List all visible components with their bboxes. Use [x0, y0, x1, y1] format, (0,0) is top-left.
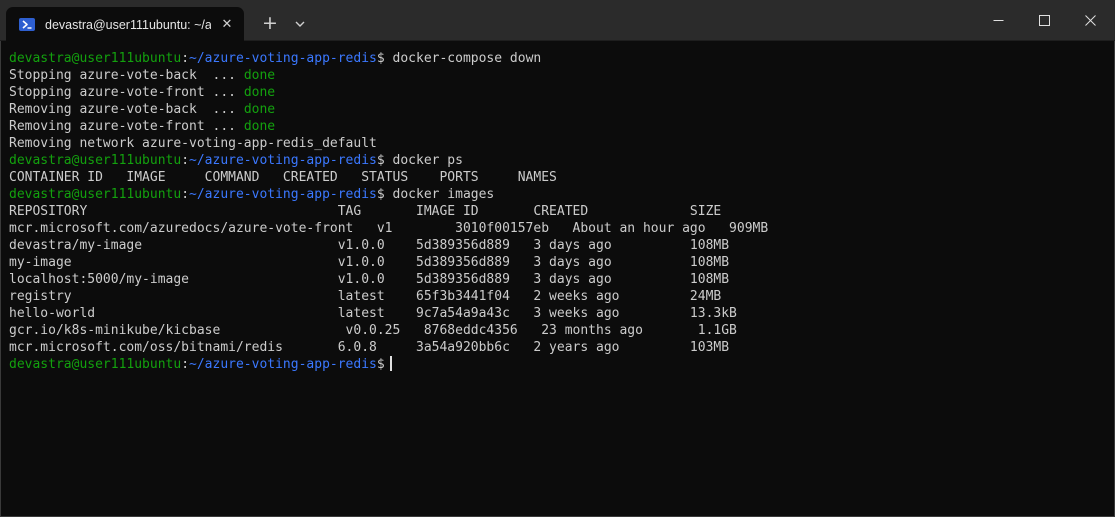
prompt-separator: : — [181, 187, 190, 202]
maximize-icon — [1039, 15, 1050, 26]
prompt-symbol: $ — [376, 51, 385, 66]
prompt-line: devastra@user111ubuntu:~/azure-voting-ap… — [9, 356, 1107, 373]
command-text: docker images — [384, 187, 495, 202]
prompt-path: ~/azure-voting-app-redis — [189, 51, 377, 66]
status-done: done — [243, 102, 276, 117]
text-cursor — [389, 356, 392, 371]
output-text: CONTAINER ID IMAGE COMMAND CREATED STATU… — [9, 170, 557, 185]
tab-terminal[interactable]: devastra@user111ubuntu: ~/azure-voting-a… — [6, 7, 244, 41]
prompt-user-host: devastra@user111ubuntu — [9, 187, 182, 202]
tab-title: devastra@user111ubuntu: ~/azure-voting-a… — [45, 18, 211, 32]
output-line: REPOSITORY TAG IMAGE ID CREATED SIZE — [9, 203, 1107, 220]
status-text: Stopping azure-vote-back ... — [9, 68, 244, 83]
output-text: mcr.microsoft.com/azuredocs/azure-vote-f… — [9, 221, 769, 236]
output-text: devastra/my-image v1.0.0 5d389356d889 3 … — [9, 238, 730, 253]
terminal-window: devastra@user111ubuntu: ~/azure-voting-a… — [0, 0, 1115, 517]
output-line: hello-world latest 9c7a54a9a43c 3 weeks … — [9, 305, 1107, 322]
prompt-symbol: $ — [376, 357, 385, 372]
prompt-separator: : — [181, 51, 190, 66]
output-line: Stopping azure-vote-front ... done — [9, 84, 1107, 101]
prompt-line: devastra@user111ubuntu:~/azure-voting-ap… — [9, 50, 1107, 67]
tab-dropdown-button[interactable] — [288, 11, 312, 37]
command-text: docker-compose down — [384, 51, 542, 66]
output-line: Stopping azure-vote-back ... done — [9, 67, 1107, 84]
output-line: CONTAINER ID IMAGE COMMAND CREATED STATU… — [9, 169, 1107, 186]
prompt-separator: : — [181, 153, 190, 168]
output-text: registry latest 65f3b3441f04 2 weeks ago… — [9, 289, 722, 304]
output-text: mcr.microsoft.com/oss/bitnami/redis 6.0.… — [9, 340, 730, 355]
output-text: my-image v1.0.0 5d389356d889 3 days ago … — [9, 255, 730, 270]
status-done: done — [243, 85, 276, 100]
prompt-line: devastra@user111ubuntu:~/azure-voting-ap… — [9, 186, 1107, 203]
new-tab-button[interactable]: + — [257, 11, 283, 37]
status-text: Removing azure-vote-front ... — [9, 119, 244, 134]
output-text: gcr.io/k8s-minikube/kicbase v0.0.25 8768… — [9, 323, 737, 338]
prompt-line: devastra@user111ubuntu:~/azure-voting-ap… — [9, 152, 1107, 169]
prompt-path: ~/azure-voting-app-redis — [189, 153, 377, 168]
output-text: localhost:5000/my-image v1.0.0 5d389356d… — [9, 272, 730, 287]
close-window-button[interactable] — [1067, 0, 1113, 41]
output-line: devastra/my-image v1.0.0 5d389356d889 3 … — [9, 237, 1107, 254]
title-bar: devastra@user111ubuntu: ~/azure-voting-a… — [0, 0, 1115, 41]
close-icon — [1085, 15, 1096, 26]
status-text: Removing azure-vote-back ... — [9, 102, 244, 117]
prompt-user-host: devastra@user111ubuntu — [9, 357, 182, 372]
minimize-icon — [993, 20, 1004, 21]
prompt-symbol: $ — [376, 153, 385, 168]
prompt-user-host: devastra@user111ubuntu — [9, 153, 182, 168]
output-line: Removing azure-vote-front ... done — [9, 118, 1107, 135]
output-text: Removing network azure-voting-app-redis_… — [9, 136, 377, 151]
maximize-button[interactable] — [1021, 0, 1067, 41]
command-text: docker ps — [384, 153, 463, 168]
output-line: gcr.io/k8s-minikube/kicbase v0.0.25 8768… — [9, 322, 1107, 339]
terminal-lines: devastra@user111ubuntu:~/azure-voting-ap… — [9, 50, 1107, 373]
tab-close-icon[interactable]: ✕ — [217, 15, 237, 35]
output-line: my-image v1.0.0 5d389356d889 3 days ago … — [9, 254, 1107, 271]
status-done: done — [243, 119, 276, 134]
output-line: mcr.microsoft.com/oss/bitnami/redis 6.0.… — [9, 339, 1107, 356]
output-line: Removing network azure-voting-app-redis_… — [9, 135, 1107, 152]
prompt-separator: : — [181, 357, 190, 372]
status-text: Stopping azure-vote-front ... — [9, 85, 244, 100]
output-line: Removing azure-vote-back ... done — [9, 101, 1107, 118]
output-line: mcr.microsoft.com/azuredocs/azure-vote-f… — [9, 220, 1107, 237]
status-done: done — [243, 68, 276, 83]
output-line: registry latest 65f3b3441f04 2 weeks ago… — [9, 288, 1107, 305]
chevron-down-icon — [295, 21, 305, 27]
prompt-path: ~/azure-voting-app-redis — [189, 357, 377, 372]
output-line: localhost:5000/my-image v1.0.0 5d389356d… — [9, 271, 1107, 288]
output-text: hello-world latest 9c7a54a9a43c 3 weeks … — [9, 306, 737, 321]
terminal-output-area[interactable]: devastra@user111ubuntu:~/azure-voting-ap… — [0, 41, 1115, 517]
prompt-user-host: devastra@user111ubuntu — [9, 51, 182, 66]
powershell-prompt-icon — [19, 18, 35, 31]
prompt-symbol: $ — [376, 187, 385, 202]
output-text: REPOSITORY TAG IMAGE ID CREATED SIZE — [9, 204, 722, 219]
minimize-button[interactable] — [975, 0, 1021, 41]
prompt-path: ~/azure-voting-app-redis — [189, 187, 377, 202]
